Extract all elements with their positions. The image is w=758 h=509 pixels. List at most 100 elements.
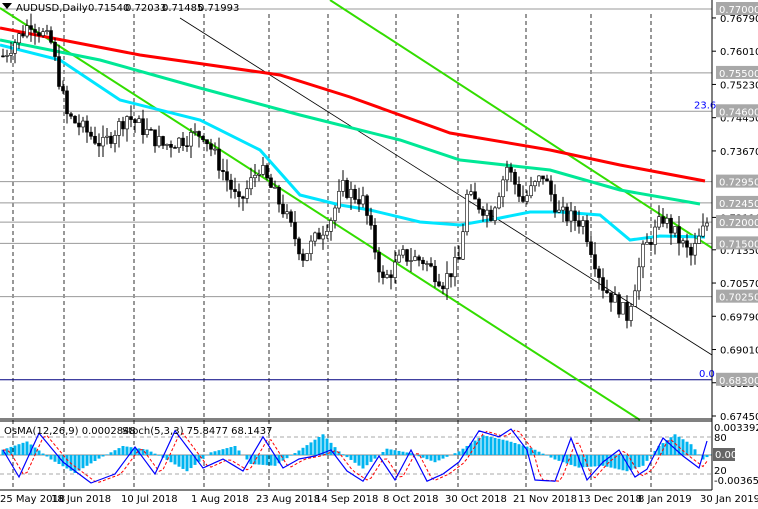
dropdown-triangle-icon[interactable] [2, 3, 12, 9]
chart-canvas[interactable]: 23.60.0 0.767900.760100.752300.744500.73… [0, 0, 758, 509]
osma-bar [53, 455, 57, 462]
osma-bar [537, 451, 541, 455]
osma-bar [313, 439, 317, 455]
x-tick-label: 13 Dec 2018 [578, 494, 642, 505]
osma-bar [229, 447, 233, 455]
trend-line [329, 0, 713, 249]
moving-averages [0, 26, 706, 242]
candle-body [653, 226, 657, 245]
osma-bar [81, 455, 85, 469]
osma-bar [617, 455, 621, 470]
osma-bar [149, 451, 153, 455]
candle-body [125, 116, 129, 130]
osma-bar [117, 448, 121, 455]
candle-body [429, 263, 433, 267]
osma-bar [505, 440, 509, 455]
osma-bar [245, 455, 249, 460]
osma-bar [361, 455, 365, 469]
candle-body [637, 266, 641, 292]
osma-bar [649, 455, 653, 456]
osma-bar [225, 448, 229, 455]
candle-body [297, 238, 301, 255]
osma-bar [593, 455, 597, 467]
candle-body [305, 253, 309, 261]
osma-bar [325, 438, 329, 455]
candle-body [29, 25, 33, 30]
osma-bar [269, 455, 273, 466]
chart-window: 23.6 0.0 0.76790 0.76010 0.75230 0.74450 0.73… [0, 0, 758, 509]
candle-body [9, 53, 13, 56]
osma-bar [705, 455, 709, 458]
candle-body [645, 241, 649, 245]
osma-bar [173, 455, 177, 465]
fib-label: 0.0 [699, 369, 715, 380]
osma-bar [393, 450, 397, 455]
osma-bar [641, 455, 645, 466]
stoch-label: Stoch(5,3,3) 75.8477 68.1437 [122, 426, 273, 437]
level-label: 0.68300 [719, 376, 758, 387]
osma-bar [365, 455, 369, 466]
osma-bar [217, 450, 221, 455]
osma-bar [689, 444, 693, 455]
candle-body [157, 136, 161, 147]
candle-body [505, 167, 509, 181]
candle-body [97, 142, 101, 147]
candle-body [373, 224, 377, 253]
candle-body [405, 249, 409, 262]
candle-body [577, 220, 581, 227]
osma-bar [373, 455, 377, 459]
candle-body [377, 251, 381, 273]
indicator-pane [0, 428, 713, 484]
osma-bar [157, 455, 161, 456]
candle-body [593, 254, 597, 270]
osma-bar [433, 455, 437, 463]
candle-body [581, 220, 585, 227]
ma-cyan [0, 43, 706, 242]
candle-body [33, 29, 37, 33]
osma-bar [125, 446, 129, 455]
osma-bar [513, 443, 517, 455]
osma-bar [605, 455, 609, 467]
fib-label: 23.6 [694, 100, 716, 111]
candle-body [241, 196, 245, 199]
candle-body [489, 209, 493, 221]
candle-body [229, 179, 233, 190]
candle-body [249, 177, 253, 190]
ind-bottom: -0.003656 [714, 476, 758, 487]
osma-bar [437, 455, 441, 461]
y-tick-label: 0.69010 [720, 346, 758, 357]
x-tick-label: 23 Aug 2018 [256, 494, 320, 505]
candle-body [465, 193, 469, 233]
osma-bar [409, 453, 413, 455]
osma-bar [317, 437, 321, 455]
candle-body [621, 302, 625, 315]
ind-80: 80 [714, 433, 727, 444]
osma-bar [357, 455, 361, 466]
osma-bar [9, 446, 13, 455]
ohlc-high: 0.72033 [125, 3, 166, 14]
osma-bar [445, 455, 449, 457]
candle-body [309, 240, 313, 254]
candle-body [329, 220, 333, 232]
osma-bar [425, 455, 429, 460]
candle-body [705, 222, 709, 227]
candle-body [469, 191, 473, 195]
osma-bar [341, 454, 345, 455]
osma-bar [369, 455, 373, 462]
level-label: 0.72450 [719, 199, 758, 210]
osma-bar [529, 447, 533, 455]
candle-body [85, 120, 89, 133]
candle-body [437, 281, 441, 287]
osma-bar [429, 455, 433, 461]
candle-body [213, 148, 217, 151]
osma-bar [25, 441, 29, 455]
osma-bar [13, 445, 17, 455]
osma-bar [637, 455, 641, 468]
candle-body [13, 42, 17, 54]
candle-body [189, 132, 193, 147]
candle-body [529, 185, 533, 197]
candle-body [445, 273, 449, 290]
candle-body [457, 257, 461, 260]
candle-body [321, 234, 325, 240]
candle-body [673, 226, 677, 234]
